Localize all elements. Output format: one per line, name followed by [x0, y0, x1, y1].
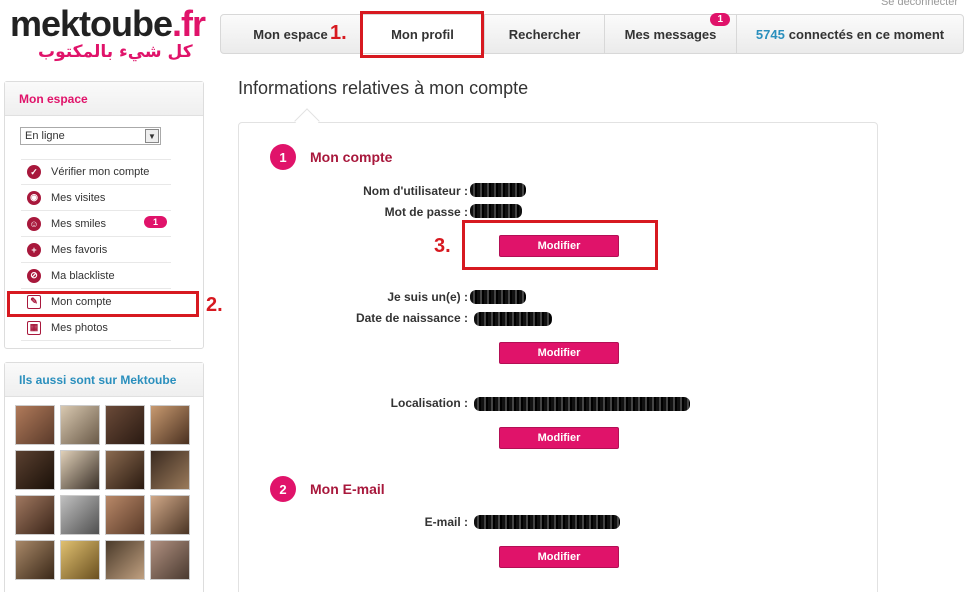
member-photo[interactable]	[15, 450, 55, 490]
sidebar-title: Mon espace	[5, 82, 203, 116]
nav-messages-label: Mes messages	[624, 26, 717, 42]
smile-icon: ☺	[27, 216, 41, 231]
modify-email-button[interactable]: Modifier	[499, 546, 619, 568]
logo-name: mektoube	[10, 3, 173, 44]
section-title: Mon compte	[310, 149, 393, 165]
sidebar-item-label: Mes photos	[51, 321, 108, 334]
sidebar-item-smiles[interactable]: ☺ Mes smiles 1	[21, 211, 171, 237]
annotation-box-1	[360, 11, 484, 58]
annotation-box-2	[7, 291, 199, 317]
birthdate-value-redacted	[474, 312, 552, 326]
member-photo[interactable]	[105, 405, 145, 445]
section-mon-email-header: 2 Mon E-mail	[270, 476, 385, 502]
messages-count-badge: 1	[710, 13, 730, 26]
section-number: 2	[270, 476, 296, 502]
nav-mes-messages[interactable]: Mes messages 1	[605, 13, 737, 53]
status-value: En ligne	[25, 130, 65, 142]
member-photo[interactable]	[60, 450, 100, 490]
location-value-redacted	[474, 397, 690, 411]
member-photo[interactable]	[150, 495, 190, 535]
annotation-box-3	[462, 220, 658, 270]
member-photo[interactable]	[105, 540, 145, 580]
plus-icon: +	[27, 242, 41, 257]
member-photo[interactable]	[60, 495, 100, 535]
member-photo[interactable]	[105, 495, 145, 535]
member-photo[interactable]	[15, 495, 55, 535]
sidebar-item-photos[interactable]: ▦ Mes photos	[21, 315, 171, 341]
location-label: Localisation :	[390, 396, 468, 410]
member-photo[interactable]	[15, 540, 55, 580]
section-number: 1	[270, 144, 296, 170]
online-label: connectés en ce moment	[788, 26, 945, 42]
section-mon-compte-header: 1 Mon compte	[270, 144, 392, 170]
member-photo[interactable]	[15, 405, 55, 445]
sidebar-item-favoris[interactable]: + Mes favoris	[21, 237, 171, 263]
sidebar-item-label: Vérifier mon compte	[51, 166, 150, 178]
member-photos-grid	[15, 405, 190, 580]
member-photo[interactable]	[60, 405, 100, 445]
member-photo[interactable]	[60, 540, 100, 580]
sidebar-item-blackliste[interactable]: ⊘ Ma blackliste	[21, 263, 171, 289]
annotation-step-1: 1.	[330, 22, 347, 44]
photos-icon: ▦	[27, 320, 41, 335]
member-photo[interactable]	[150, 540, 190, 580]
annotation-step-3: 3.	[434, 235, 451, 257]
sidebar-item-label: Mes smiles	[51, 217, 107, 230]
email-value-redacted	[474, 515, 620, 529]
logout-link[interactable]: Se déconnecter	[881, 0, 958, 8]
member-photo[interactable]	[150, 405, 190, 445]
gender-value-redacted	[470, 290, 526, 304]
email-label: E-mail :	[424, 515, 468, 529]
modify-identity-button[interactable]: Modifier	[499, 342, 619, 364]
online-count: 5745	[755, 26, 785, 42]
sidebar-item-label: Ma blackliste	[51, 269, 115, 282]
sidebar-members: Ils aussi sont sur Mektoube	[4, 362, 204, 592]
modify-location-button[interactable]: Modifier	[499, 427, 619, 449]
check-icon: ✓	[27, 165, 41, 179]
logo-tld: .fr	[172, 3, 206, 44]
nav-rechercher[interactable]: Rechercher	[485, 15, 605, 53]
chevron-down-icon: ▼	[145, 129, 159, 143]
annotation-step-2: 2.	[206, 294, 223, 316]
page-title: Informations relatives à mon compte	[238, 78, 529, 98]
block-icon: ⊘	[27, 268, 41, 283]
logo-tagline: كل شيء بالمكتوب	[38, 42, 193, 62]
gender-label: Je suis un(e) :	[387, 290, 468, 304]
sidebar-item-verifier[interactable]: ✓ Vérifier mon compte	[21, 159, 171, 185]
sidebar-item-label: Mes favoris	[51, 243, 108, 256]
member-photo[interactable]	[150, 450, 190, 490]
sidebar-item-visites[interactable]: ◉ Mes visites	[21, 185, 171, 211]
username-label: Nom d'utilisateur :	[363, 184, 468, 198]
members-title: Ils aussi sont sur Mektoube	[5, 363, 203, 397]
birthdate-label: Date de naissance :	[355, 311, 468, 325]
status-select[interactable]: En ligne ▼	[20, 127, 161, 145]
sidebar-item-label: Mes visites	[51, 191, 106, 204]
password-label: Mot de passe :	[384, 205, 468, 219]
username-value-redacted	[470, 183, 526, 197]
site-logo[interactable]: mektoube.fr كل شيء بالمكتوب	[10, 4, 210, 66]
section-title: Mon E-mail	[310, 481, 385, 497]
smiles-count-badge: 1	[143, 216, 167, 228]
password-value-redacted	[470, 204, 522, 218]
online-counter: 5745 connectés en ce moment	[737, 15, 963, 53]
member-photo[interactable]	[105, 450, 145, 490]
page: mektoube.fr كل شيء بالمكتوب Se déconnect…	[0, 0, 968, 592]
eye-icon: ◉	[27, 190, 41, 205]
